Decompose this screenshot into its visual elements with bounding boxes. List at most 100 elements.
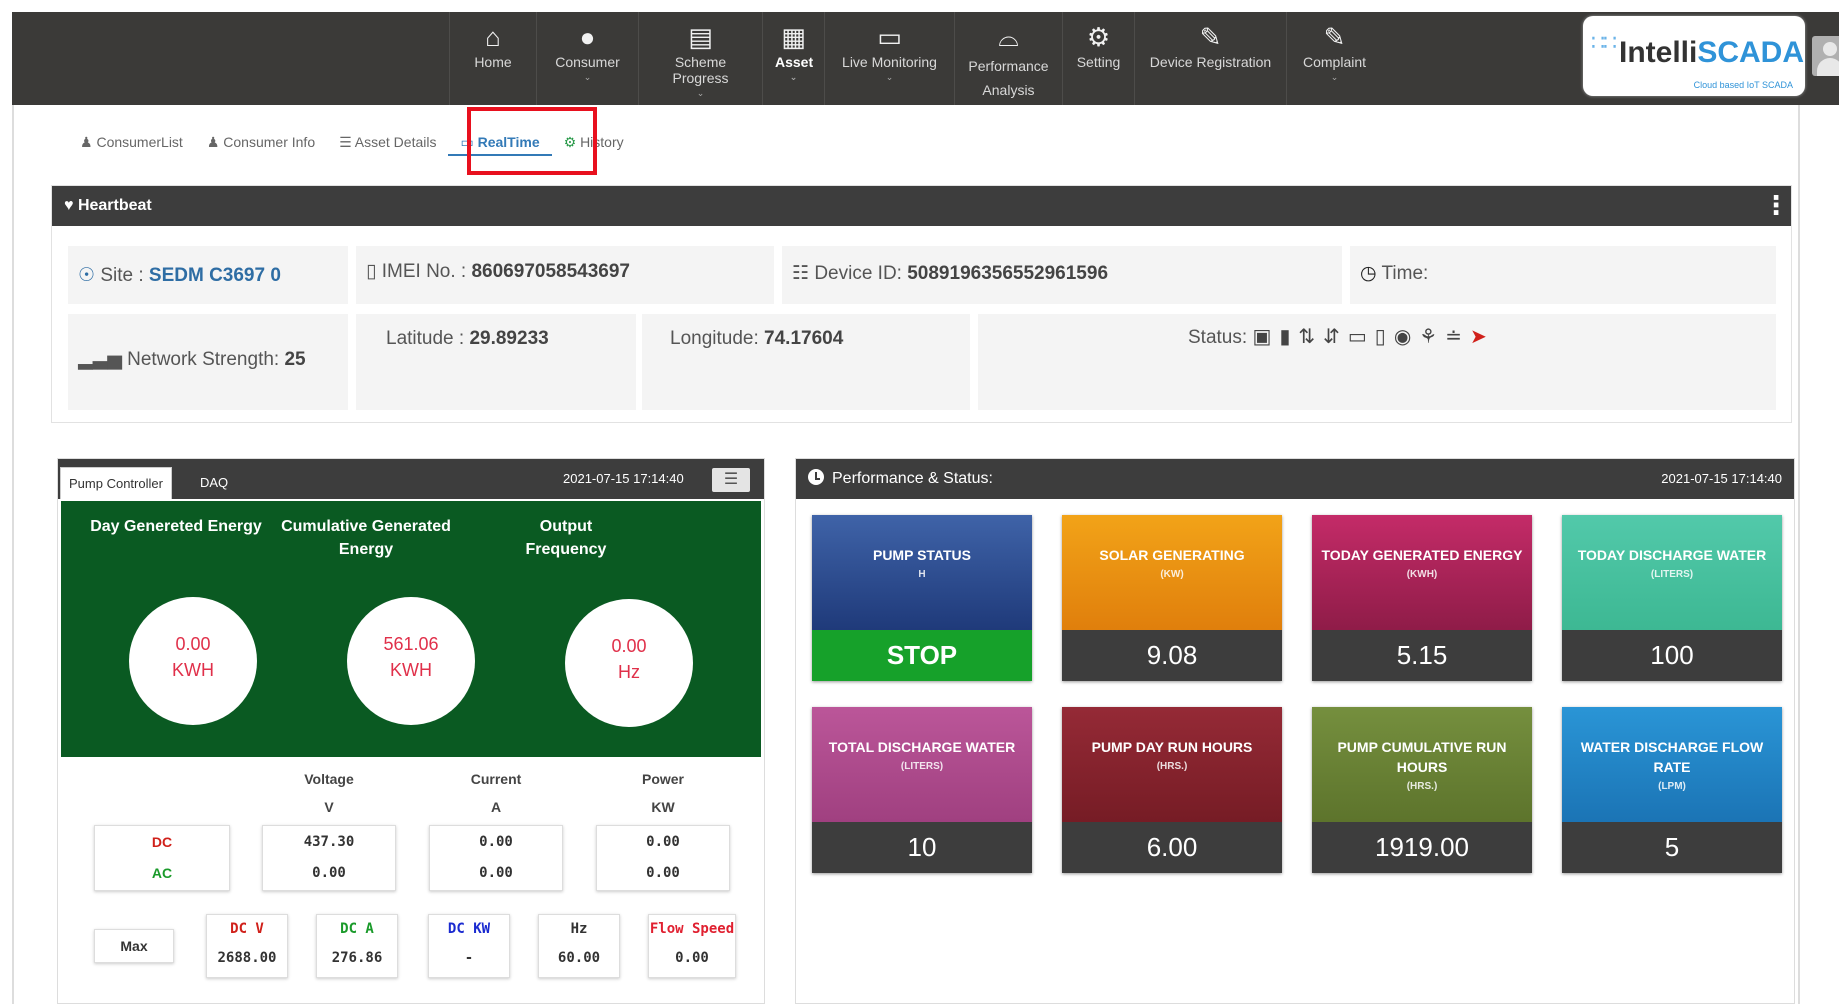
device-label: Device ID: — [814, 263, 902, 284]
subtab-label: Asset Details — [354, 134, 437, 150]
max-dc-v: DC V 2688.00 — [206, 914, 288, 978]
list-menu-button[interactable]: ☰ — [712, 468, 750, 492]
nav-scheme-label: Scheme Progress — [672, 54, 729, 86]
longitude-value: 74.17604 — [764, 328, 844, 349]
tile-label: Pump Day Run Hours (Hrs.) — [1062, 707, 1282, 822]
site-value: SEDM C3697 0 — [148, 265, 281, 286]
col-power-unit: KW — [651, 799, 675, 815]
nav-performance-label: Performance Analysis — [968, 58, 1049, 98]
kebab-menu-icon[interactable]: ⋮ — [1763, 192, 1789, 218]
time-cell: ◷ Time: — [1350, 246, 1776, 304]
network-cell: ▂▃▅ Network Strength: 25 — [68, 314, 348, 410]
dc-ac-labels: DC AC — [94, 825, 230, 891]
logo-suffix: SCADA — [1697, 36, 1805, 69]
max-dc-a-value: 276.86 — [331, 950, 383, 966]
sort-icon: ⇵ — [1323, 326, 1348, 348]
tile-value: 1919.00 — [1312, 822, 1532, 873]
gear-icon: ⚙ — [1086, 22, 1111, 52]
caret-icon: ⌄ — [696, 88, 705, 98]
max-hz-value: 60.00 — [557, 950, 601, 966]
app-root: ⌂ Home ● Consumer ⌄ ▤ Scheme Progress ⌄ … — [0, 0, 1839, 1004]
heartbeat-header: ♥ Heartbeat ⋮ — [52, 186, 1791, 226]
tile-value: 100 — [1562, 630, 1782, 681]
fingerprint-icon: ⚘ — [1419, 326, 1446, 348]
pump-controller-header: Pump Controller DAQ 2021-07-15 17:14:40 … — [58, 459, 764, 499]
pump-timestamp: 2021-07-15 17:14:40 — [563, 471, 684, 486]
sim-icon: ▣ — [1252, 326, 1280, 348]
main-nav: ⌂ Home ● Consumer ⌄ ▤ Scheme Progress ⌄ … — [449, 12, 1382, 105]
nav-setting[interactable]: ⚙ Setting — [1062, 12, 1134, 105]
dc-label: DC — [151, 834, 173, 850]
user-icon: ● — [579, 22, 596, 52]
max-flow-speed: Flow Speed 0.00 — [648, 914, 736, 978]
subtab-asset-details[interactable]: ☰ Asset Details — [327, 128, 448, 156]
left-border — [12, 105, 14, 1004]
tile-label: Water Discharge Flow Rate (LPM) — [1562, 707, 1782, 822]
right-border — [1798, 105, 1800, 1004]
max-dc-a: DC A 276.86 — [316, 914, 398, 978]
subtab-label: Consumer Info — [223, 134, 316, 150]
nav-asset[interactable]: ▦ Asset ⌄ — [762, 12, 824, 105]
nav-home-label: Home — [474, 54, 512, 70]
clock-icon — [808, 469, 824, 485]
list-icon: ☰ — [339, 134, 355, 150]
gauge-value: 0.00 — [175, 634, 211, 654]
heartbeat-title: Heartbeat — [77, 197, 152, 214]
nav-home[interactable]: ⌂ Home — [449, 12, 536, 105]
realtime-highlight-box — [467, 107, 597, 175]
monitor-icon: ▭ — [877, 22, 902, 52]
gauge-output-frequency: 0.00 Hz — [565, 599, 693, 727]
user-icon: ♟ — [80, 134, 97, 150]
voltage-values: 437.30 0.00 — [262, 825, 396, 891]
device-value: 5089196356552961596 — [907, 263, 1109, 284]
caret-icon: ⌄ — [885, 72, 894, 82]
nav-live-monitoring[interactable]: ▭ Live Monitoring ⌄ — [824, 12, 954, 105]
nav-asset-label: Asset — [775, 54, 814, 70]
energy-gauges: Day Genereted Energy Cumulative Generate… — [61, 501, 761, 757]
nav-live-label: Live Monitoring — [842, 54, 937, 70]
tile-value: 9.08 — [1062, 630, 1282, 681]
current-ac: 0.00 — [479, 865, 513, 881]
imei-label: IMEI No. : — [381, 261, 467, 282]
tile-label: Pump Cumulative Run Hours (Hrs.) — [1312, 707, 1532, 822]
nav-complaint-label: Complaint — [1302, 54, 1367, 70]
max-flow-speed-value: 0.00 — [675, 950, 709, 966]
mobile-icon: ▯ — [366, 261, 382, 282]
col-voltage-unit: V — [324, 799, 334, 815]
tab-pump-controller[interactable]: Pump Controller — [60, 467, 172, 499]
gauge-unit: KWH — [390, 660, 432, 680]
subtab-consumer-info[interactable]: ♟ Consumer Info — [195, 128, 327, 156]
nav-device-registration[interactable]: ✎ Device Registration — [1134, 12, 1286, 105]
gauge-title-day-energy: Day Genereted Energy — [90, 518, 262, 535]
nav-complaint[interactable]: ✎ Complaint ⌄ — [1286, 12, 1382, 105]
voltage-ac: 0.00 — [312, 865, 346, 881]
tile-label: Total Discharge Water (Liters) — [812, 707, 1032, 822]
device-cell: ☷ Device ID: 5089196356552961596 — [782, 246, 1342, 304]
tab-daq[interactable]: DAQ — [192, 467, 236, 499]
logo-text: IntelliSCADA — [1619, 36, 1804, 70]
gauge-unit: KWH — [172, 660, 214, 680]
file-icon: ▮ — [1279, 326, 1299, 348]
nav-consumer[interactable]: ● Consumer ⌄ — [536, 12, 638, 105]
tile-pump-day-run-hours: Pump Day Run Hours (Hrs.) 6.00 — [1062, 707, 1282, 873]
gauge-title-output-frequency: Output Frequency — [525, 518, 607, 558]
network-label: Network Strength: — [127, 349, 280, 370]
tile-pump-status: Pump Status H STOP — [812, 515, 1032, 681]
intelliscada-logo[interactable]: ∷∷ IntelliSCADA Cloud based IoT SCADA — [1583, 16, 1805, 96]
nav-performance-analysis[interactable]: ⌓ Performance Analysis — [954, 12, 1062, 105]
user-icon: ♟ — [206, 134, 224, 150]
logo-tagline: Cloud based IoT SCADA — [1693, 80, 1793, 90]
wifi-icon: ≐ — [1445, 326, 1470, 348]
gauge-value: 0.00 — [611, 636, 647, 656]
power-values: 0.00 0.00 — [596, 825, 730, 891]
subtab-consumer-list[interactable]: ♟ ConsumerList — [68, 128, 195, 156]
tile-unit: (KW) — [1160, 569, 1184, 580]
gauge-day-energy: 0.00 KWH — [129, 597, 257, 725]
nav-scheme-progress[interactable]: ▤ Scheme Progress ⌄ — [638, 12, 762, 105]
tile-value: 5.15 — [1312, 630, 1532, 681]
tile-unit: (KWH) — [1406, 569, 1438, 580]
tile-title: Pump Status — [872, 547, 971, 563]
latitude-value: 29.89233 — [469, 328, 549, 349]
monitor-icon: ▭ — [1347, 326, 1375, 348]
user-avatar[interactable] — [1812, 36, 1839, 76]
